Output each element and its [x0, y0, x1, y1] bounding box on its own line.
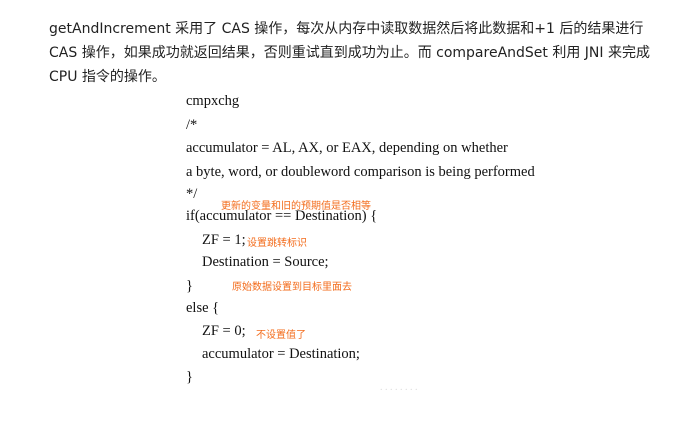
code-line-comment-close: */: [186, 186, 198, 202]
code-line-accumulator-desc: accumulator = AL, AX, or EAX, depending …: [186, 140, 508, 156]
intro-paragraph: getAndIncrement 采用了 CAS 操作，每次从内存中读取数据然后将…: [49, 17, 659, 89]
code-line-cmpxchg: cmpxchg: [186, 93, 240, 109]
code-line-comparison-desc: a byte, word, or doubleword comparison i…: [186, 164, 535, 180]
code-line-zf-0: ZF = 0;: [202, 323, 246, 339]
code-line-destination-assign: Destination = Source;: [202, 254, 329, 270]
intro-line-2: CAS 操作，如果成功就返回结果，否则重试直到成功为止。而 compareAnd…: [49, 45, 650, 61]
code-line-else-close: }: [186, 369, 193, 385]
annotation-compare: 更新的变量和旧的预期值是否相等: [221, 201, 371, 212]
code-line-comment-open: /*: [186, 117, 198, 133]
annotation-assign: 原始数据设置到目标里面去: [232, 282, 352, 293]
intro-line-1: getAndIncrement 采用了 CAS 操作，每次从内存中读取数据然后将…: [49, 21, 644, 37]
code-line-accumulator-assign: accumulator = Destination;: [202, 346, 360, 362]
code-line-zf-1: ZF = 1;: [202, 232, 246, 248]
code-line-if-close: }: [186, 278, 193, 294]
annotation-no-flag: 不设置值了: [256, 330, 306, 341]
annotation-set-flag: 设置跳转标识: [247, 238, 307, 249]
intro-line-3: CPU 指令的操作。: [49, 69, 166, 85]
code-line-else: else {: [186, 300, 220, 316]
faint-watermark: . . . . . . . .: [380, 382, 418, 393]
